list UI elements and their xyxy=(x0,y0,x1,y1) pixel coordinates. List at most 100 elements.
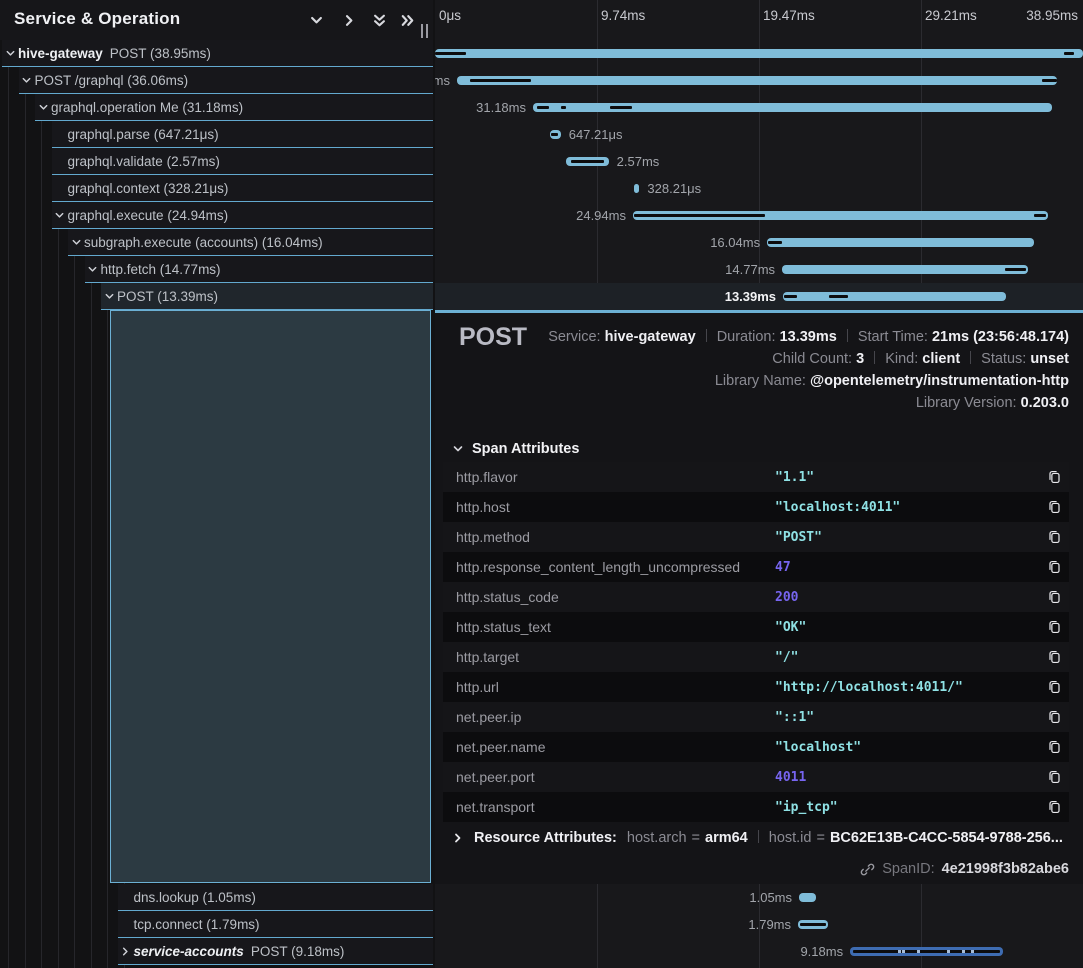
chevron-right-icon[interactable] xyxy=(338,10,360,30)
tree-row[interactable]: dns.lookup (1.05ms) xyxy=(118,884,434,911)
tree-row[interactable]: graphql.validate (2.57ms) xyxy=(52,148,434,175)
resource-attributes-title: Resource Attributes: xyxy=(474,830,617,846)
tree-row[interactable]: graphql.execute (24.94ms) xyxy=(52,202,434,229)
event-dot xyxy=(902,950,905,953)
chevron-down-icon[interactable] xyxy=(101,291,117,302)
meta-value: 21ms (23:56:48.174) xyxy=(932,329,1069,345)
span-id-row: SpanID: 4e21998f3b82abe6 xyxy=(860,861,1069,877)
chevron-down-icon[interactable] xyxy=(35,102,51,113)
event-dot xyxy=(947,950,950,953)
tree-row[interactable]: http.fetch (14.77ms) xyxy=(85,256,434,283)
span-bar-row[interactable]: 13.39ms xyxy=(435,283,1083,310)
link-icon[interactable] xyxy=(860,862,875,877)
copy-icon[interactable] xyxy=(1039,499,1069,515)
tree-row[interactable]: service-accountsPOST (9.18ms) xyxy=(118,938,434,965)
trace-tree-panel: Service & Operation hive-gatewayPOST (38… xyxy=(0,0,433,968)
span-bar-row[interactable]: 328.21μs xyxy=(435,175,1083,202)
detail-meta-line: Library Version: 0.203.0 xyxy=(548,392,1069,414)
bar-duration-label: 31.18ms xyxy=(476,100,526,115)
attribute-row: net.transport"ip_tcp" xyxy=(443,792,1069,822)
span-duration-bar[interactable] xyxy=(782,265,1028,274)
span-service-name: service-accounts xyxy=(134,944,244,959)
attribute-row: http.status_text"OK" xyxy=(443,612,1069,642)
attribute-value: "localhost:4011" xyxy=(775,500,1039,515)
span-service-name: hive-gateway xyxy=(18,46,103,61)
resource-key: host.arch xyxy=(627,830,687,846)
chevron-down-icon[interactable] xyxy=(52,210,68,221)
copy-icon[interactable] xyxy=(1039,529,1069,545)
child-span-mark xyxy=(1005,268,1026,271)
span-attributes-section-header[interactable]: Span Attributes xyxy=(452,441,579,457)
span-bar-row[interactable]: 36.06ms xyxy=(435,67,1083,94)
chevron-down-icon[interactable] xyxy=(2,48,18,59)
bar-duration-label: 9.18ms xyxy=(800,944,843,959)
copy-icon[interactable] xyxy=(1039,709,1069,725)
resource-value: arm64 xyxy=(705,830,748,846)
tree-row[interactable]: tcp.connect (1.79ms) xyxy=(118,911,434,938)
span-bar-row[interactable]: 24.94ms xyxy=(435,202,1083,229)
chevron-right-icon[interactable] xyxy=(118,946,134,957)
span-duration-bar[interactable] xyxy=(799,893,816,902)
tree-row[interactable]: subgraph.execute (accounts) (16.04ms) xyxy=(68,229,433,256)
span-bar-row[interactable]: 1.05ms xyxy=(435,884,1083,911)
child-span-mark xyxy=(1034,214,1046,217)
copy-icon[interactable] xyxy=(1039,739,1069,755)
attribute-key: http.flavor xyxy=(443,469,775,485)
chevron-down-icon[interactable] xyxy=(85,264,101,275)
tree-row[interactable]: graphql.operation Me (31.18ms) xyxy=(35,94,433,121)
panel-resize-handle[interactable] xyxy=(421,24,431,38)
span-operation-label: graphql.operation Me (31.18ms) xyxy=(51,100,243,115)
span-bar-row[interactable]: 31.18ms xyxy=(435,94,1083,121)
tree-row[interactable]: POST (13.39ms) xyxy=(101,283,433,310)
copy-icon[interactable] xyxy=(1039,649,1069,665)
chevron-down-icon xyxy=(452,443,464,455)
copy-icon[interactable] xyxy=(1039,589,1069,605)
attribute-key: net.peer.ip xyxy=(443,709,775,725)
span-duration-bar[interactable] xyxy=(435,49,1083,58)
attribute-value: 47 xyxy=(775,560,1039,575)
resource-attributes-row[interactable]: Resource Attributes: host.arch = arm64 host… xyxy=(452,830,1063,846)
copy-icon[interactable] xyxy=(1039,469,1069,485)
attribute-row: http.response_content_length_uncompresse… xyxy=(443,552,1069,582)
span-duration-bar[interactable] xyxy=(767,238,1034,247)
tree-row[interactable]: hive-gatewayPOST (38.95ms) xyxy=(2,40,433,67)
resource-key: host.id xyxy=(769,830,812,846)
child-span-mark xyxy=(800,923,826,926)
copy-icon[interactable] xyxy=(1039,619,1069,635)
span-bar-row[interactable]: 1.79ms xyxy=(435,911,1083,938)
double-chevron-right-icon[interactable] xyxy=(396,10,418,30)
chevron-down-icon[interactable] xyxy=(68,237,84,248)
child-span-mark xyxy=(1042,79,1057,82)
bar-duration-label: 328.21μs xyxy=(647,181,701,196)
meta-label: Status: xyxy=(981,351,1030,367)
span-bar-row[interactable]: 38.95ms xyxy=(435,40,1083,67)
attribute-key: http.status_code xyxy=(443,589,775,605)
attributes-table: http.flavor"1.1"http.host"localhost:4011… xyxy=(443,462,1069,822)
meta-label: Child Count: xyxy=(772,351,856,367)
span-bar-row[interactable]: 14.77ms xyxy=(435,256,1083,283)
tree-row[interactable]: POST /graphql (36.06ms) xyxy=(19,67,434,94)
span-bar-row[interactable]: 647.21μs xyxy=(435,121,1083,148)
divider xyxy=(874,351,875,364)
span-bar-row[interactable]: 2.57ms xyxy=(435,148,1083,175)
event-dot xyxy=(971,950,974,953)
span-bar-row[interactable]: 9.18ms xyxy=(435,938,1083,965)
span-bar-row[interactable]: 16.04ms xyxy=(435,229,1083,256)
double-chevron-down-icon[interactable] xyxy=(368,10,390,30)
bar-duration-label: 24.94ms xyxy=(576,208,626,223)
chevron-down-icon[interactable] xyxy=(19,75,35,86)
resource-value: BC62E13B-C4CC-5854-9788-256... xyxy=(830,830,1063,846)
equals-sign: = xyxy=(692,830,700,846)
span-duration-bar[interactable] xyxy=(634,184,639,193)
chevron-down-icon[interactable] xyxy=(305,10,327,30)
tree-row[interactable]: graphql.parse (647.21μs) xyxy=(52,121,434,148)
tree-row[interactable]: graphql.context (328.21μs) xyxy=(52,175,434,202)
span-duration-bar[interactable] xyxy=(457,76,1057,85)
copy-icon[interactable] xyxy=(1039,679,1069,695)
copy-icon[interactable] xyxy=(1039,769,1069,785)
attribute-value: 200 xyxy=(775,590,1039,605)
span-duration-bar[interactable] xyxy=(783,292,1006,301)
copy-icon[interactable] xyxy=(1039,799,1069,815)
copy-icon[interactable] xyxy=(1039,559,1069,575)
attribute-value: "OK" xyxy=(775,620,1039,635)
